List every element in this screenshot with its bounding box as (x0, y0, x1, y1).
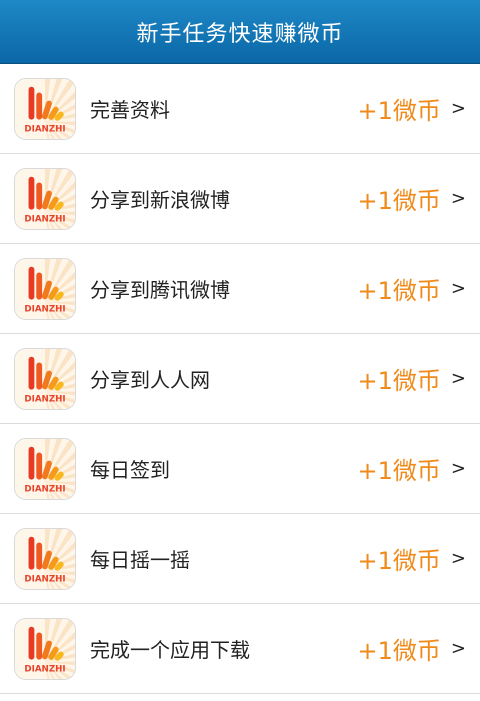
dianzhi-logo-icon: DIANZHI (14, 617, 76, 680)
task-item-share-tencent-weibo[interactable]: DIANZHI 分享到腾讯微博 +1微币 > (0, 244, 480, 334)
task-label: 完成一个应用下载 (90, 638, 250, 662)
task-label: 每日签到 (90, 458, 170, 482)
dianzhi-logo-icon: DIANZHI (14, 77, 76, 140)
dianzhi-logo-icon: DIANZHI (14, 347, 76, 410)
dianzhi-logo-icon: DIANZHI (14, 167, 76, 230)
task-item-daily-checkin[interactable]: DIANZHI 每日签到 +1微币 > (0, 424, 480, 514)
page-title-bar: 新手任务快速赚微币 (0, 0, 480, 64)
reward-label: +1微币 (357, 457, 441, 485)
chevron-right-icon: > (450, 638, 466, 659)
chevron-right-icon: > (450, 188, 466, 209)
svg-text:DIANZHI: DIANZHI (24, 214, 65, 224)
task-item-complete-profile[interactable]: DIANZHI 完善资料 +1微币 > (0, 64, 480, 154)
svg-text:DIANZHI: DIANZHI (24, 484, 65, 494)
task-item-share-renren[interactable]: DIANZHI 分享到人人网 +1微币 > (0, 334, 480, 424)
task-label: 分享到腾讯微博 (90, 278, 230, 302)
page-title: 新手任务快速赚微币 (136, 21, 344, 47)
task-label: 分享到人人网 (90, 368, 210, 392)
reward-label: +1微币 (357, 637, 441, 665)
task-item-app-download[interactable]: DIANZHI 完成一个应用下载 +1微币 > (0, 604, 480, 694)
task-label: 分享到新浪微博 (90, 188, 230, 212)
chevron-right-icon: > (450, 548, 466, 569)
chevron-right-icon: > (450, 458, 466, 479)
task-item-share-sina-weibo[interactable]: DIANZHI 分享到新浪微博 +1微币 > (0, 154, 480, 244)
task-item-daily-shake[interactable]: DIANZHI 每日摇一摇 +1微币 > (0, 514, 480, 604)
dianzhi-logo-icon: DIANZHI (14, 527, 76, 590)
reward-label: +1微币 (357, 187, 441, 215)
chevron-right-icon: > (450, 278, 466, 299)
chevron-right-icon: > (450, 98, 466, 119)
dianzhi-logo-icon: DIANZHI (14, 437, 76, 500)
reward-label: +1微币 (357, 97, 441, 125)
task-list: DIANZHI 完善资料 +1微币 > DIANZHI 分享到新浪微博 +1微币… (0, 64, 480, 694)
task-label: 完善资料 (90, 98, 170, 122)
dianzhi-logo-icon: DIANZHI (14, 257, 76, 320)
svg-text:DIANZHI: DIANZHI (24, 574, 65, 584)
reward-label: +1微币 (357, 367, 441, 395)
svg-text:DIANZHI: DIANZHI (24, 124, 65, 134)
svg-text:DIANZHI: DIANZHI (24, 394, 65, 404)
svg-text:DIANZHI: DIANZHI (24, 304, 65, 314)
reward-label: +1微币 (357, 277, 441, 305)
svg-text:DIANZHI: DIANZHI (24, 664, 65, 674)
chevron-right-icon: > (450, 368, 466, 389)
task-label: 每日摇一摇 (90, 548, 190, 572)
reward-label: +1微币 (357, 547, 441, 575)
